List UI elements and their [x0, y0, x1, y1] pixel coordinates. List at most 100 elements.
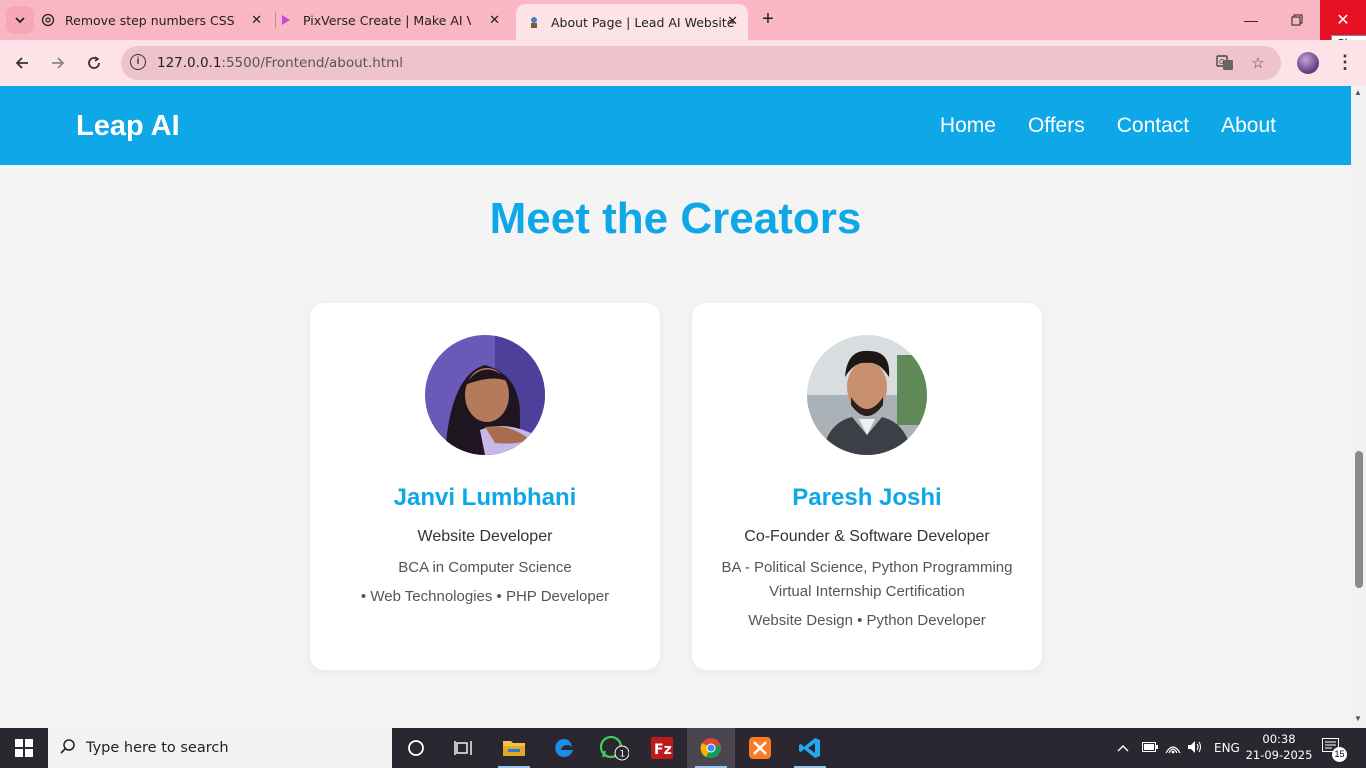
close-icon: ✕: [1336, 12, 1350, 29]
nav-link-home[interactable]: Home: [940, 114, 996, 138]
creator-name: Paresh Joshi: [792, 484, 942, 511]
language-indicator[interactable]: ENG: [1214, 741, 1240, 755]
avatar: [807, 335, 927, 455]
clock-time: 00:38: [1262, 732, 1296, 746]
scroll-down-icon[interactable]: ▼: [1354, 714, 1362, 723]
task-view-button[interactable]: [440, 728, 488, 768]
vscode-button[interactable]: [786, 728, 834, 768]
creator-detail: BCA in Computer Science: [398, 559, 572, 576]
tab-title: Remove step numbers CSS: [65, 12, 235, 28]
creator-detail: • Web Technologies • PHP Developer: [360, 588, 610, 605]
site-info-icon[interactable]: i: [130, 54, 146, 70]
battery-icon[interactable]: [1138, 741, 1162, 755]
restore-button[interactable]: [1274, 0, 1320, 40]
wifi-icon[interactable]: [1162, 740, 1184, 757]
notification-badge: 15: [1332, 747, 1347, 762]
svg-text:Fz: Fz: [654, 742, 672, 758]
site-navbar: Leap AI Home Offers Contact About: [0, 86, 1351, 165]
reload-icon: [88, 56, 100, 69]
scrollbar-thumb[interactable]: [1355, 451, 1363, 588]
cortana-button[interactable]: [392, 728, 440, 768]
profile-avatar-button[interactable]: [1297, 52, 1319, 74]
creator-card: Paresh Joshi Co-Founder & Software Devel…: [692, 303, 1042, 670]
tray-overflow-icon[interactable]: [1114, 741, 1132, 755]
clock-date: 21-09-2025: [1245, 748, 1313, 762]
close-window-button[interactable]: ✕: [1320, 0, 1366, 40]
cortana-icon: [408, 740, 424, 756]
chrome-button[interactable]: [687, 728, 735, 768]
page-scrollbar[interactable]: ▲ ▼: [1351, 86, 1366, 728]
chevron-down-icon: [15, 17, 25, 24]
start-button[interactable]: [0, 728, 48, 768]
creator-detail: Website Design • Python Developer: [748, 612, 986, 629]
creator-detail: BA - Political Science, Python Programmi…: [721, 559, 1013, 576]
edge-button[interactable]: [540, 728, 588, 768]
whatsapp-button[interactable]: 1: [590, 728, 638, 768]
volume-icon[interactable]: [1184, 740, 1206, 757]
close-tab-icon[interactable]: ✕: [489, 13, 500, 28]
tab-search-button[interactable]: [6, 6, 34, 34]
creator-card: Janvi Lumbhani Website Developer BCA in …: [310, 303, 660, 670]
system-tray: ENG: [1114, 728, 1240, 768]
tab-about-page[interactable]: About Page | Lead AI Website ✕: [516, 4, 748, 40]
filezilla-button[interactable]: Fz: [638, 728, 686, 768]
windows-logo-icon: [15, 739, 33, 757]
filezilla-icon: Fz: [651, 737, 673, 759]
url-text: 127.0.0.1:5500/Frontend/about.html: [157, 55, 403, 71]
taskbar-clock[interactable]: 00:38 21-09-2025: [1244, 731, 1314, 763]
chrome-icon: [700, 738, 721, 759]
xampp-button[interactable]: [736, 728, 784, 768]
pixverse-icon: [278, 12, 294, 28]
plus-icon: +: [762, 8, 774, 30]
minimize-button[interactable]: —: [1228, 0, 1274, 40]
svg-text:1: 1: [620, 750, 626, 760]
whatsapp-icon: 1: [599, 735, 629, 761]
creator-detail: Virtual Internship Certification: [769, 583, 965, 600]
notification-center-button[interactable]: 15: [1322, 738, 1347, 762]
page-favicon-icon: [526, 14, 542, 30]
new-tab-button[interactable]: +: [758, 9, 778, 29]
back-button[interactable]: [10, 51, 34, 75]
nav-link-offers[interactable]: Offers: [1028, 114, 1085, 138]
tab-title: About Page | Lead AI Website: [551, 14, 735, 30]
scroll-up-icon[interactable]: ▲: [1354, 88, 1362, 97]
browser-toolbar: i 127.0.0.1:5500/Frontend/about.html G ☆…: [0, 40, 1366, 86]
tab-divider: [275, 12, 276, 28]
restore-icon: [1291, 14, 1303, 26]
avatar: [425, 335, 545, 455]
arrow-right-icon: [52, 57, 65, 69]
file-explorer-button[interactable]: [490, 728, 538, 768]
site-nav-links: Home Offers Contact About: [940, 114, 1276, 138]
reload-button[interactable]: [82, 51, 106, 75]
minimize-icon: —: [1244, 12, 1258, 28]
tab-title: PixVerse Create | Make AI Video: [303, 12, 471, 28]
tab-remove-step-numbers[interactable]: Remove step numbers CSS ✕: [40, 0, 272, 40]
vscode-icon: [799, 738, 820, 758]
close-tab-icon[interactable]: ✕: [251, 13, 262, 28]
close-tab-icon[interactable]: ✕: [727, 14, 738, 29]
arrow-left-icon: [15, 57, 28, 69]
windows-taskbar: Type here to search 1 Fz ENG 00:38 21-09…: [0, 728, 1366, 768]
creator-role: Co-Founder & Software Developer: [744, 528, 990, 545]
forward-button[interactable]: [46, 51, 70, 75]
bookmark-star-icon[interactable]: ☆: [1249, 54, 1267, 72]
browser-menu-icon[interactable]: ⋮: [1336, 52, 1354, 73]
translate-icon[interactable]: G: [1216, 54, 1234, 72]
nav-link-about[interactable]: About: [1221, 114, 1276, 138]
xampp-icon: [749, 737, 771, 759]
search-icon: [60, 738, 76, 759]
folder-icon: [503, 741, 525, 756]
creator-name: Janvi Lumbhani: [393, 484, 577, 511]
svg-text:G: G: [1219, 58, 1224, 66]
browser-tab-bar: Remove step numbers CSS ✕ PixVerse Creat…: [0, 0, 1366, 40]
taskbar-search-input[interactable]: Type here to search: [48, 728, 392, 768]
edge-icon: [555, 739, 573, 757]
site-logo[interactable]: Leap AI: [76, 110, 180, 143]
nav-link-contact[interactable]: Contact: [1117, 114, 1189, 138]
tab-pixverse[interactable]: PixVerse Create | Make AI Video ✕: [278, 0, 510, 40]
search-placeholder: Type here to search: [86, 740, 229, 756]
page-title: Meet the Creators: [489, 194, 862, 243]
address-bar[interactable]: i 127.0.0.1:5500/Frontend/about.html G ☆: [121, 46, 1281, 80]
page-viewport: Leap AI Home Offers Contact About Meet t…: [0, 86, 1351, 728]
task-view-icon: [454, 741, 472, 755]
